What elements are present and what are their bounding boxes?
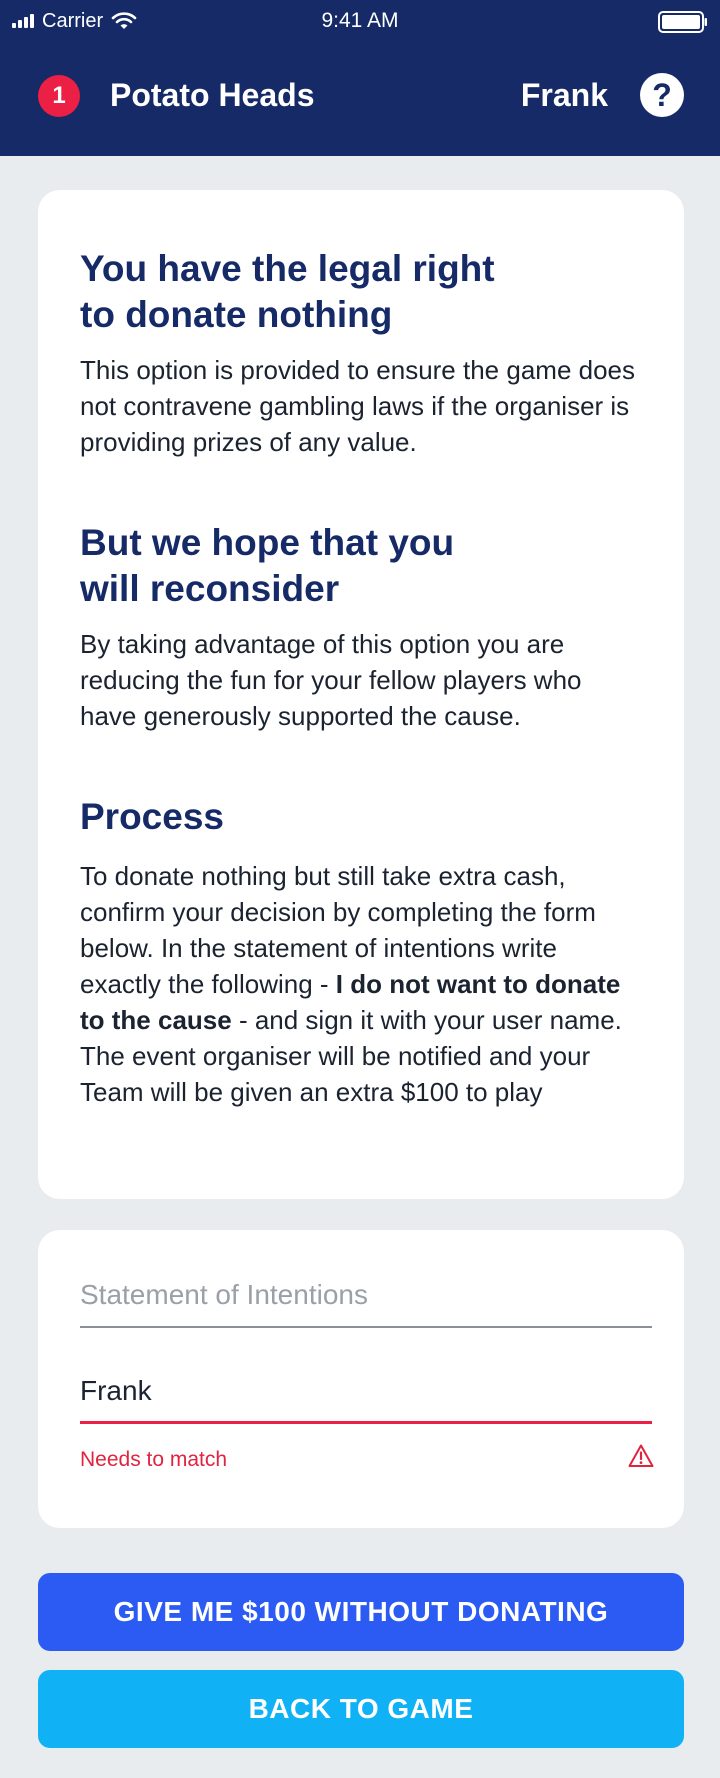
reconsider-section: But we hope that you will reconsider By … [80,520,642,734]
header: Carrier 9:41 AM 1 Potato Heads Frank ? [0,0,720,156]
status-time: 9:41 AM [321,9,399,32]
warning-icon [628,1444,654,1467]
section-body-process: To donate nothing but still take extra c… [80,858,642,1110]
title-line: You have the legal right [80,248,495,289]
notification-badge[interactable]: 1 [38,75,80,117]
title-line: will reconsider [80,568,340,609]
user-name[interactable]: Frank [521,77,608,114]
section-body-legal-right: This option is provided to ensure the ga… [80,355,636,457]
process-section: Process To donate nothing but still take… [80,794,642,1110]
error-message: Needs to match [80,1448,228,1471]
battery-icon [658,11,707,33]
section-title-legal-right: You have the legal right to donate nothi… [80,246,642,338]
legal-right-section: You have the legal right to donate nothi… [80,246,642,460]
status-bar: Carrier 9:41 AM [0,0,720,44]
form-card: Needs to match [38,1230,684,1528]
info-card: You have the legal right to donate nothi… [38,190,684,1199]
give-100-without-donating-button[interactable]: GIVE ME $100 WITHOUT DONATING [38,1573,684,1651]
title-line: But we hope that you [80,522,455,563]
help-icon[interactable]: ? [640,73,684,117]
back-to-game-button[interactable]: BACK TO GAME [38,1670,684,1748]
title-line: to donate nothing [80,294,393,335]
section-title-reconsider: But we hope that you will reconsider [80,520,642,612]
app-bar: 1 Potato Heads Frank ? [0,44,720,156]
statement-of-intentions-input[interactable] [80,1274,652,1328]
section-title-process: Process [80,796,224,837]
section-body-reconsider: By taking advantage of this option you a… [80,629,582,731]
signature-input[interactable] [80,1370,652,1424]
team-name: Potato Heads [110,77,315,113]
